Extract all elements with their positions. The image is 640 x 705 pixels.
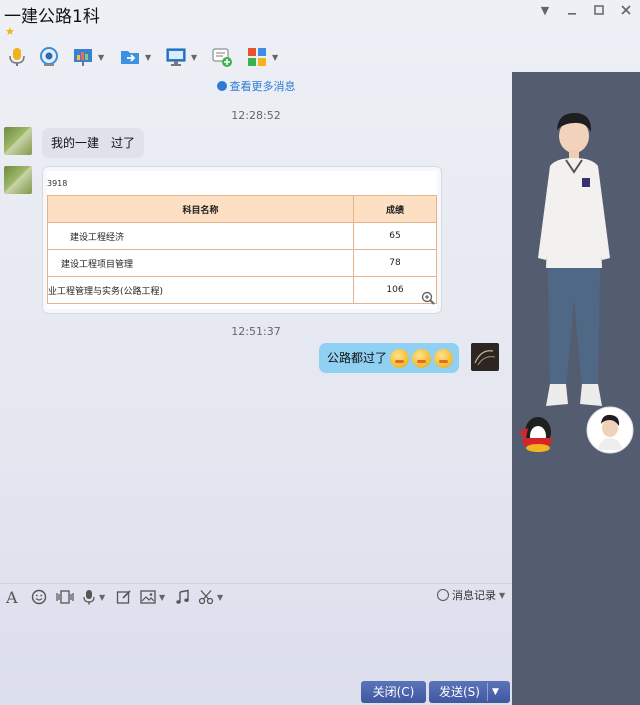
star-icon[interactable]: ★	[5, 26, 15, 37]
message-input[interactable]	[0, 610, 512, 678]
timestamp: 12:28:52	[231, 109, 281, 122]
message-history-label: 消息记录	[452, 589, 496, 602]
presentation-icon	[74, 49, 92, 66]
chevron-down-icon: ▼	[499, 590, 506, 600]
maximize-button[interactable]	[591, 4, 607, 18]
emoji-icon	[412, 348, 432, 368]
chevron-down-icon[interactable]: ▼	[272, 53, 278, 62]
incoming-message-bubble: 我的一建 过了	[42, 128, 145, 158]
monitor-icon	[166, 48, 186, 66]
font-icon: A	[6, 587, 18, 607]
score-cell: 78	[353, 249, 437, 277]
avatar-show-figure	[518, 112, 634, 454]
chat-add-icon	[212, 48, 232, 67]
clock-icon	[216, 81, 227, 91]
outgoing-message-text: 公路都过了	[327, 351, 388, 365]
send-button[interactable]: 发送(S) ▼	[429, 681, 510, 703]
edit-icon	[116, 590, 131, 604]
minimize-button[interactable]	[564, 4, 580, 18]
remote-desktop-button[interactable]: ▼	[165, 44, 197, 70]
contact-avatar[interactable]	[4, 127, 32, 155]
chevron-down-icon[interactable]: ▼	[159, 593, 165, 602]
subject-cell: 业工程管理与实务(公路工程)	[47, 276, 354, 304]
apps-grid-icon	[248, 48, 266, 66]
emoji-button[interactable]	[31, 588, 47, 606]
create-discussion-group-button[interactable]	[211, 44, 233, 70]
screen-share-button[interactable]: ▼	[72, 44, 104, 70]
menu-dropdown-icon[interactable]: ▼	[537, 4, 553, 18]
message-history-button[interactable]: 消息记录 ▼	[437, 587, 505, 603]
input-toolbar: A ▼ ▼ ▼	[0, 583, 512, 609]
font-button[interactable]: A	[6, 587, 18, 607]
my-avatar[interactable]	[471, 343, 499, 371]
outgoing-message-bubble: 公路都过了	[319, 343, 460, 373]
scissors-icon	[198, 590, 214, 605]
voice-message-button[interactable]: ▼	[82, 588, 105, 606]
smiley-icon	[31, 589, 47, 605]
chevron-down-icon[interactable]: ▼	[99, 593, 105, 602]
view-more-messages-text: 查看更多消息	[229, 80, 296, 93]
video-call-button[interactable]	[38, 44, 60, 70]
column-header-score: 成绩	[353, 195, 437, 223]
shake-icon	[56, 590, 74, 604]
chat-toolbar: ▼ ▼ ▼ ▼	[0, 40, 512, 74]
chevron-down-icon[interactable]: ▼	[191, 53, 197, 62]
subject-cell: 建设工程项目管理	[47, 249, 354, 277]
score-table: 科目名称 成绩 建设工程经济 65 建设工程项目管理 78 业工程管理与实务(公…	[47, 195, 437, 304]
zoom-in-icon[interactable]	[421, 291, 435, 305]
send-options-chevron-icon[interactable]: ▼	[492, 681, 499, 703]
image-icon	[140, 590, 156, 604]
emoji-icon	[434, 348, 454, 368]
score-cell: 65	[353, 222, 437, 250]
table-header-row: 科目名称 成绩	[47, 195, 437, 223]
column-header-subject: 科目名称	[47, 195, 354, 223]
score-image: 3918 科目名称 成绩 建设工程经济 65 建设工程项目管理 78 业工程管理…	[47, 171, 437, 309]
chevron-down-icon[interactable]: ▼	[217, 593, 223, 602]
chevron-down-icon[interactable]: ▼	[98, 53, 104, 62]
close-window-button[interactable]	[618, 4, 634, 18]
send-button-label: 发送(S)	[439, 685, 480, 699]
table-row: 建设工程项目管理 78	[47, 249, 437, 277]
microphone-icon	[9, 48, 25, 66]
send-file-button[interactable]: ▼	[119, 44, 151, 70]
apps-button[interactable]: ▼	[246, 44, 278, 70]
music-button[interactable]	[175, 588, 191, 606]
timestamp: 12:51:37	[231, 325, 281, 338]
contact-avatar[interactable]	[4, 166, 32, 194]
doodle-button[interactable]	[116, 588, 132, 606]
webcam-icon	[40, 47, 58, 66]
screenshot-button[interactable]: ▼	[198, 588, 223, 606]
emoji-icon	[390, 348, 410, 368]
side-panel	[512, 72, 640, 705]
music-note-icon	[176, 589, 189, 604]
title-bar: 一建公路1科 ★ ▼	[0, 0, 640, 42]
chevron-down-icon[interactable]: ▼	[145, 53, 151, 62]
subject-cell: 建设工程经济	[47, 222, 354, 250]
close-button[interactable]: 关闭(C)	[361, 681, 426, 703]
score-image-message[interactable]: 3918 科目名称 成绩 建设工程经济 65 建设工程项目管理 78 业工程管理…	[42, 166, 442, 314]
candidate-number-fragment: 3918	[47, 179, 68, 188]
window-shake-button[interactable]	[55, 588, 75, 606]
clock-icon	[437, 589, 449, 601]
view-more-messages-link[interactable]: 查看更多消息	[0, 78, 512, 94]
send-split-divider	[487, 683, 488, 701]
voice-call-button[interactable]	[6, 44, 28, 70]
table-row: 建设工程经济 65	[47, 222, 437, 250]
window-title: 一建公路1科	[4, 7, 100, 27]
microphone-icon	[83, 590, 95, 605]
send-image-button[interactable]: ▼	[140, 588, 165, 606]
folder-icon	[121, 51, 139, 64]
table-row: 业工程管理与实务(公路工程) 106	[47, 276, 437, 304]
